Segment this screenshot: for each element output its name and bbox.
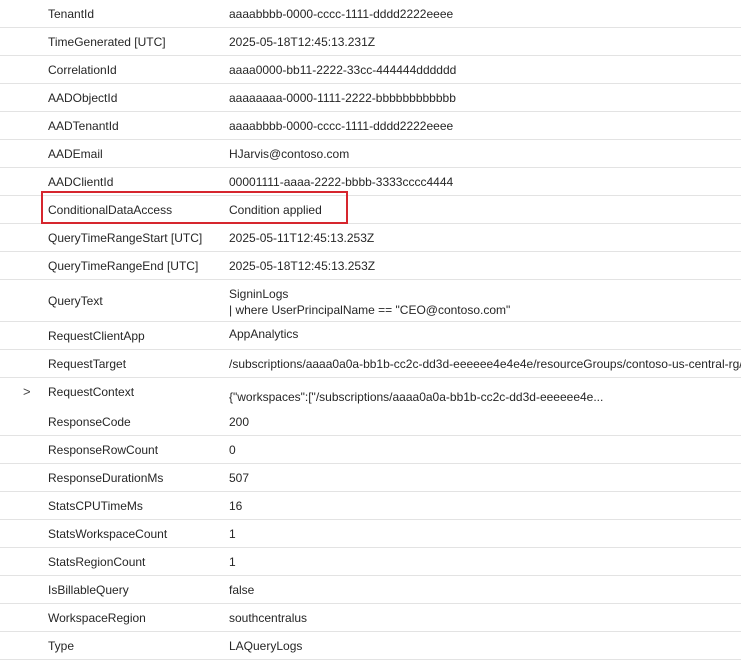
- field-value-requestclientapp: AppAnalytics: [229, 327, 299, 341]
- field-value-correlationid: aaaa0000-bb11-2222-33cc-444444dddddd: [229, 62, 457, 77]
- field-name-correlationid: CorrelationId: [48, 62, 117, 77]
- field-value-aademail: HJarvis@contoso.com: [229, 146, 350, 161]
- field-value-responserowcount: 0: [229, 442, 236, 457]
- table-row: CorrelationId aaaa0000-bb11-2222-33cc-44…: [0, 56, 741, 84]
- field-value-tenantid: aaaabbbb-0000-cccc-1111-dddd2222eeee: [229, 6, 454, 21]
- query-line: | where UserPrincipalName == "CEO@contos…: [229, 303, 511, 317]
- table-row[interactable]: > RequestContext {"workspaces":["/subscr…: [0, 378, 741, 406]
- table-row: RequestTarget /subscriptions/aaaa0a0a-bb…: [0, 350, 741, 378]
- table-row: QueryText SigninLogs | where UserPrincip…: [0, 280, 741, 322]
- field-name-statsregioncount: StatsRegionCount: [48, 554, 146, 569]
- field-value-type: LAQueryLogs: [229, 638, 303, 653]
- field-name-aadobjectid: AADObjectId: [48, 90, 118, 105]
- field-name-requestclientapp: RequestClientApp: [48, 328, 145, 343]
- field-name-statsworkspacecount: StatsWorkspaceCount: [48, 526, 168, 541]
- field-value-statsregioncount: 1: [229, 554, 236, 569]
- field-name-responserowcount: ResponseRowCount: [48, 442, 159, 457]
- field-value-workspaceregion: southcentralus: [229, 610, 308, 625]
- field-value-requesttarget: /subscriptions/aaaa0a0a-bb1b-cc2c-dd3d-e…: [229, 356, 741, 371]
- table-row: ResponseCode 200: [0, 408, 741, 436]
- field-value-statscputimems: 16: [229, 498, 243, 513]
- field-value-timegenerated: 2025-05-18T12:45:13.231Z: [229, 34, 376, 49]
- table-row: TimeGenerated [UTC] 2025-05-18T12:45:13.…: [0, 28, 741, 56]
- field-value-querytimerangestart: 2025-05-11T12:45:13.253Z: [229, 230, 375, 245]
- table-row: IsBillableQuery false: [0, 576, 741, 604]
- field-value-aadtenantid: aaaabbbb-0000-cccc-1111-dddd2222eeee: [229, 118, 454, 133]
- table-row: AADObjectId aaaaaaaa-0000-1111-2222-bbbb…: [0, 84, 741, 112]
- table-row: QueryTimeRangeEnd [UTC] 2025-05-18T12:45…: [0, 252, 741, 280]
- field-name-querytimerangeend: QueryTimeRangeEnd [UTC]: [48, 258, 199, 273]
- field-name-querytext: QueryText: [48, 293, 103, 308]
- field-name-workspaceregion: WorkspaceRegion: [48, 610, 146, 625]
- field-value-aadobjectid: aaaaaaaa-0000-1111-2222-bbbbbbbbbbbb: [229, 90, 456, 105]
- field-value-querytext: SigninLogs | where UserPrincipalName == …: [229, 286, 510, 318]
- highlight-box: [41, 191, 348, 224]
- field-name-aadtenantid: AADTenantId: [48, 118, 119, 133]
- table-row: WorkspaceRegion southcentralus: [0, 604, 741, 632]
- field-value-isbillablequery: false: [229, 582, 255, 597]
- field-name-timegenerated: TimeGenerated [UTC]: [48, 34, 166, 49]
- field-name-isbillablequery: IsBillableQuery: [48, 582, 129, 597]
- table-row: QueryTimeRangeStart [UTC] 2025-05-11T12:…: [0, 224, 741, 252]
- field-name-requesttarget: RequestTarget: [48, 356, 127, 371]
- table-row: AADEmail HJarvis@contoso.com: [0, 140, 741, 168]
- table-row: AADTenantId aaaabbbb-0000-cccc-1111-dddd…: [0, 112, 741, 140]
- field-name-aademail: AADEmail: [48, 146, 103, 161]
- field-name-responsedurationms: ResponseDurationMs: [48, 470, 164, 485]
- table-row: StatsCPUTimeMs 16: [0, 492, 741, 520]
- field-value-statsworkspacecount: 1: [229, 526, 236, 541]
- table-row: ResponseRowCount 0: [0, 436, 741, 464]
- field-name-querytimerangestart: QueryTimeRangeStart [UTC]: [48, 230, 203, 245]
- query-line: SigninLogs: [229, 287, 289, 301]
- field-name-statscputimems: StatsCPUTimeMs: [48, 498, 143, 513]
- field-name-responsecode: ResponseCode: [48, 414, 131, 429]
- table-row: Type LAQueryLogs: [0, 632, 741, 660]
- chevron-right-icon[interactable]: >: [23, 384, 31, 399]
- table-row: TenantId aaaabbbb-0000-cccc-1111-dddd222…: [0, 0, 741, 28]
- field-name-type: Type: [48, 638, 75, 653]
- field-value-responsedurationms: 507: [229, 470, 250, 485]
- field-name-requestcontext: RequestContext: [48, 385, 135, 399]
- table-row: ResponseDurationMs 507: [0, 464, 741, 492]
- table-row: StatsWorkspaceCount 1: [0, 520, 741, 548]
- field-value-requestcontext: {"workspaces":["/subscriptions/aaaa0a0a-…: [229, 390, 604, 404]
- field-name-tenantid: TenantId: [48, 6, 95, 21]
- field-value-aadclientid: 00001111-aaaa-2222-bbbb-3333cccc4444: [229, 174, 454, 189]
- field-value-querytimerangeend: 2025-05-18T12:45:13.253Z: [229, 258, 376, 273]
- field-name-aadclientid: AADClientId: [48, 174, 114, 189]
- table-row: StatsRegionCount 1: [0, 548, 741, 576]
- table-row: RequestClientApp AppAnalytics: [0, 322, 741, 350]
- field-value-responsecode: 200: [229, 414, 250, 429]
